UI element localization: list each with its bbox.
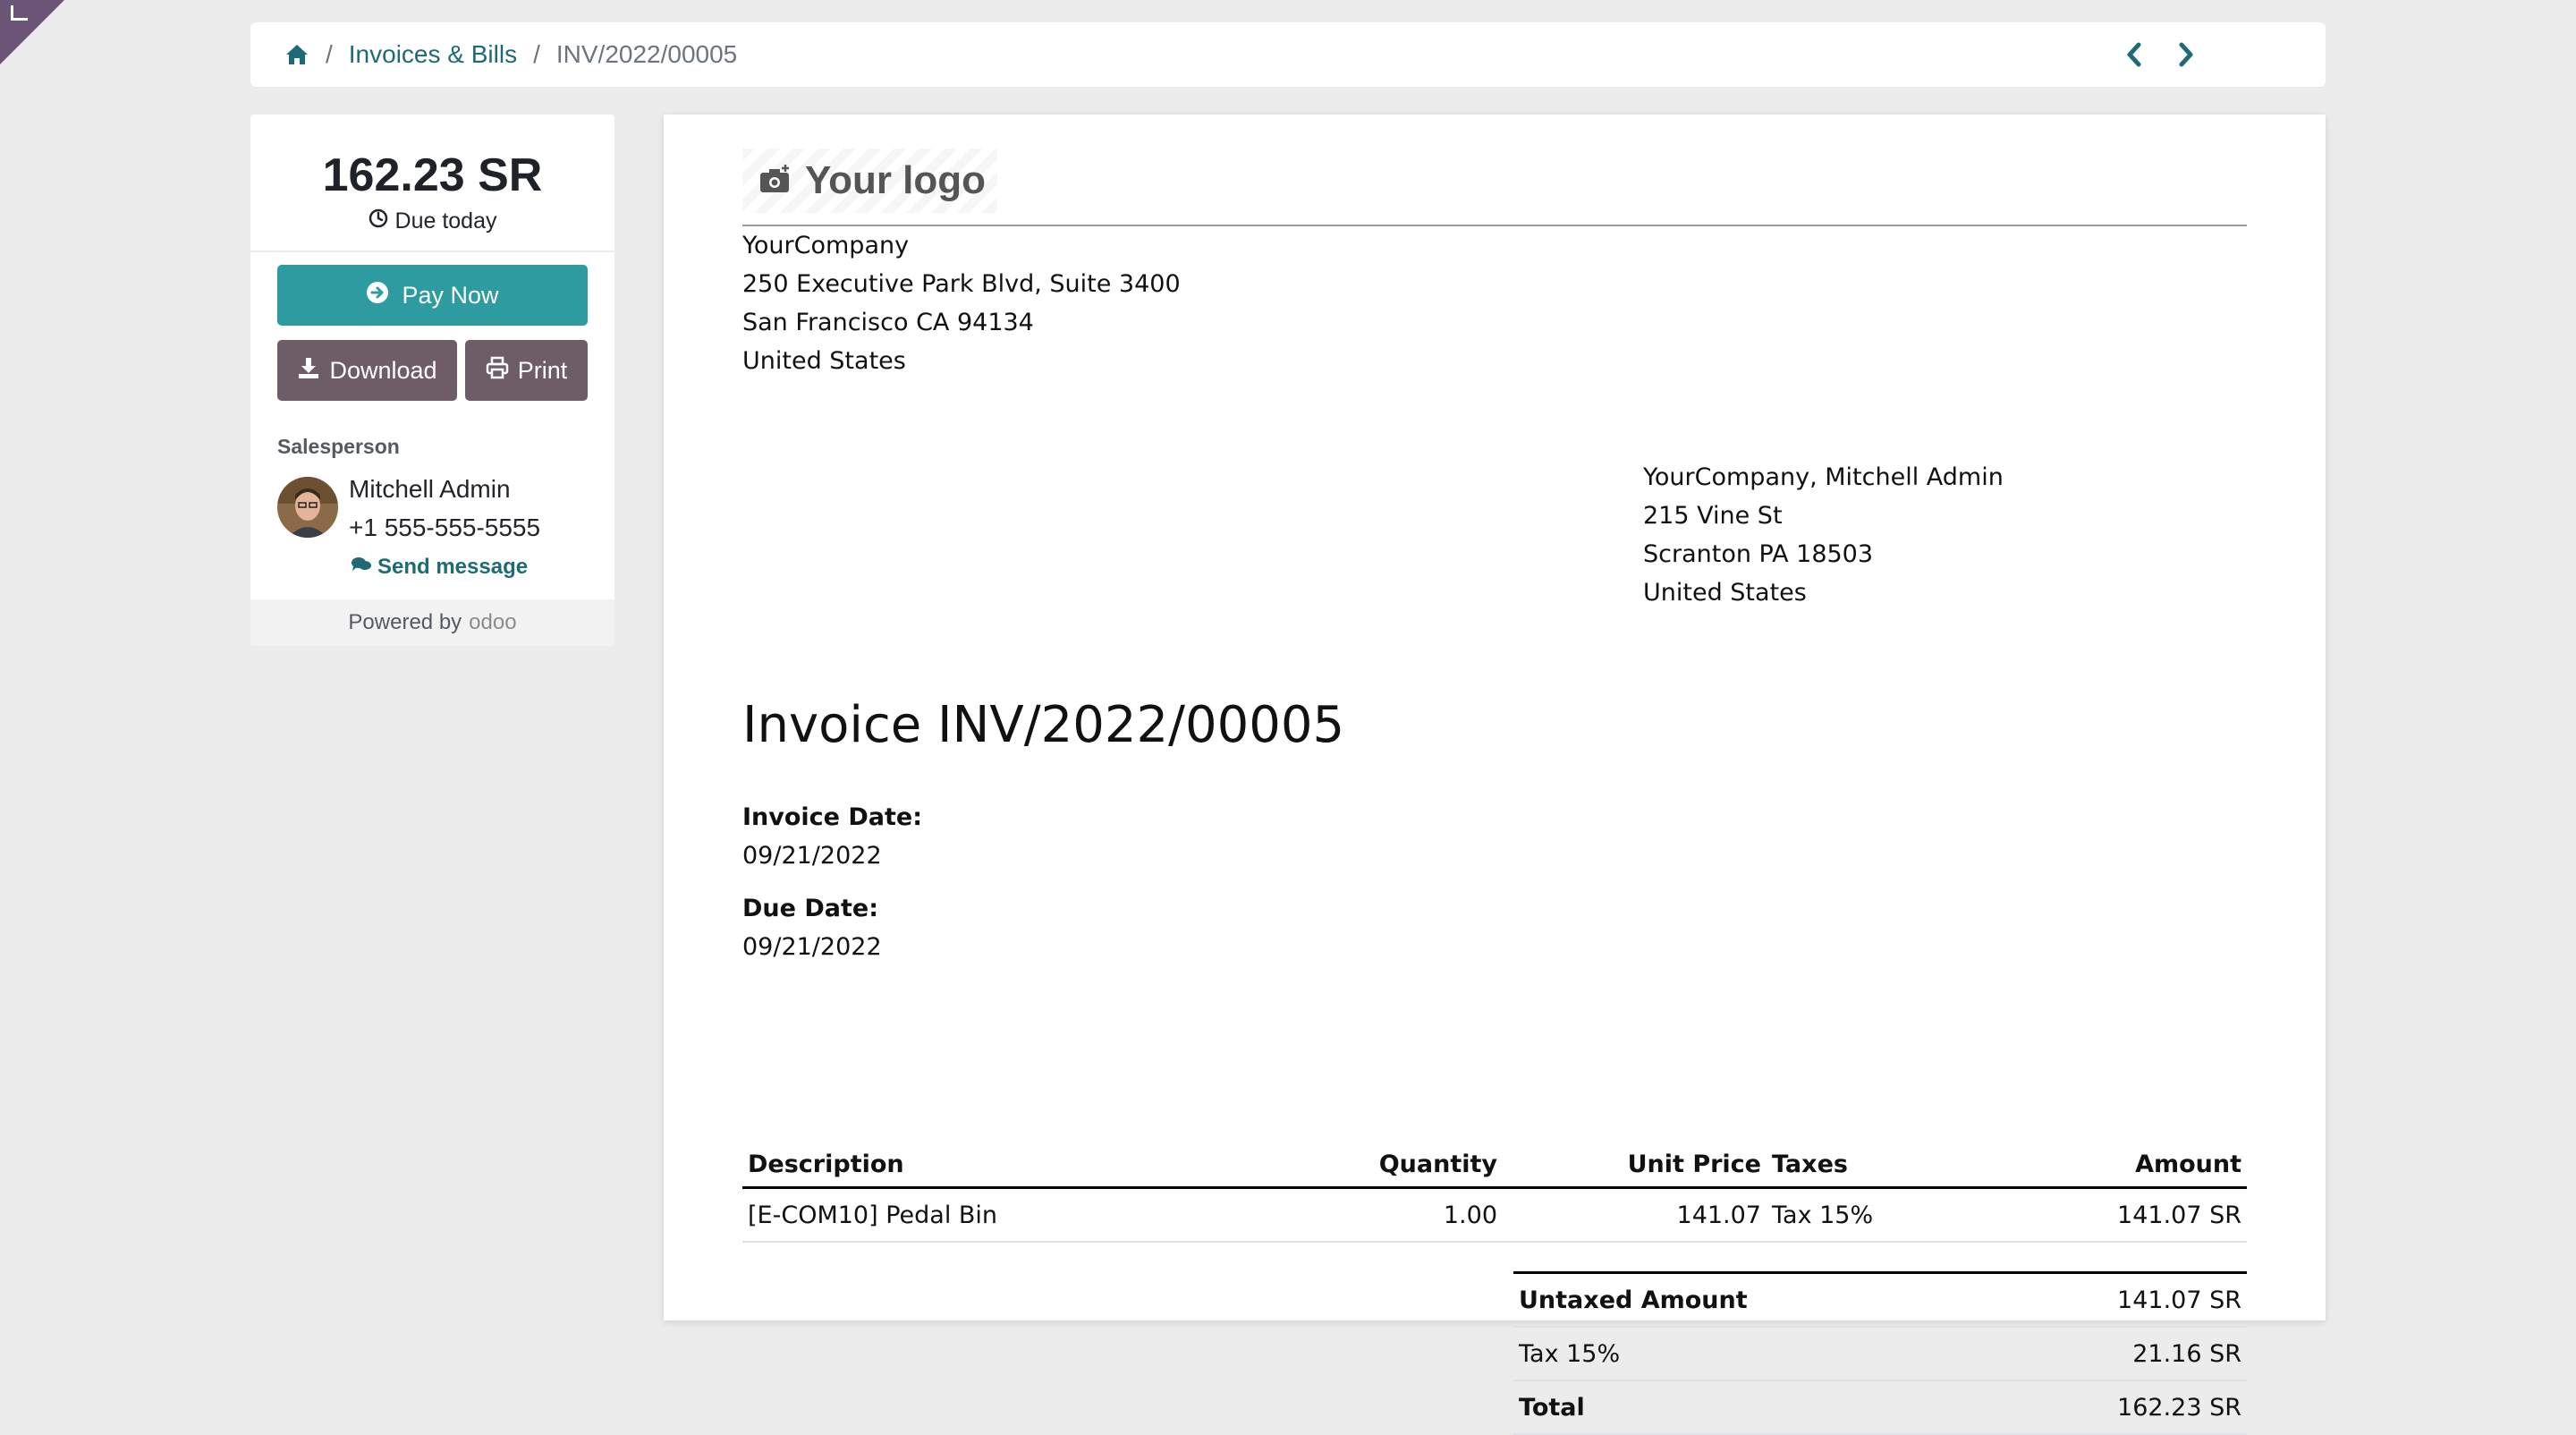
partner-address: YourCompany, Mitchell Admin 215 Vine St … bbox=[1643, 458, 2004, 612]
totals-label: Tax 15% bbox=[1513, 1327, 1983, 1381]
invoice-sidebar: 162.23 SR Due today Pay Now Download Pri… bbox=[250, 115, 614, 646]
print-label: Print bbox=[517, 356, 568, 384]
breadcrumb-separator: / bbox=[326, 40, 333, 68]
salesperson-phone: +1 555-555-5555 bbox=[349, 514, 541, 541]
due-date-label: Due Date: bbox=[742, 895, 878, 922]
column-header-description: Description bbox=[742, 1142, 1360, 1189]
print-icon bbox=[486, 356, 509, 386]
totals-row: Total 162.23 SR bbox=[1513, 1380, 2247, 1435]
breadcrumb-current: INV/2022/00005 bbox=[555, 40, 738, 68]
address-line: San Francisco CA 94134 bbox=[742, 309, 1034, 336]
line-amount: 141.07 SR bbox=[1910, 1187, 2247, 1243]
totals-value: 141.07 SR bbox=[1982, 1272, 2247, 1328]
column-header-amount: Amount bbox=[1910, 1142, 2247, 1189]
totals-row: Untaxed Amount 141.07 SR bbox=[1513, 1272, 2247, 1328]
avatar bbox=[277, 477, 338, 538]
clock-icon bbox=[369, 208, 388, 234]
address-line: Scranton PA 18503 bbox=[1643, 540, 1874, 568]
amount-due: 162.23 SR bbox=[322, 149, 543, 201]
comments-icon bbox=[351, 555, 372, 580]
company-logo-placeholder: Your logo bbox=[742, 149, 997, 213]
totals-value: 21.16 SR bbox=[1982, 1327, 2247, 1381]
chevron-right-icon[interactable] bbox=[2177, 42, 2195, 67]
address-line: 215 Vine St bbox=[1643, 502, 1783, 530]
download-label: Download bbox=[329, 356, 437, 384]
pay-now-button[interactable]: Pay Now bbox=[277, 265, 588, 326]
address-line: United States bbox=[1643, 579, 1807, 607]
debug-corner-tab[interactable] bbox=[0, 0, 64, 64]
breadcrumb-separator: / bbox=[533, 40, 540, 68]
invoice-date-value: 09/21/2022 bbox=[742, 842, 882, 870]
pay-now-label: Pay Now bbox=[402, 281, 499, 309]
invoice-document: Your logo YourCompany 250 Executive Park… bbox=[664, 115, 2326, 1435]
totals-value: 162.23 SR bbox=[1982, 1380, 2247, 1435]
home-icon[interactable] bbox=[284, 43, 309, 66]
download-button[interactable]: Download bbox=[277, 340, 457, 401]
print-button[interactable]: Print bbox=[465, 340, 588, 401]
address-line: YourCompany, Mitchell Admin bbox=[1643, 463, 2004, 491]
totals-label: Untaxed Amount bbox=[1513, 1272, 1983, 1328]
breadcrumb: / Invoices & Bills / INV/2022/00005 bbox=[284, 22, 737, 87]
invoice-lines-table: Description Quantity Unit Price Taxes Am… bbox=[742, 1142, 2247, 1243]
breadcrumb-invoices-link[interactable]: Invoices & Bills bbox=[349, 40, 517, 69]
invoice-totals-table: Untaxed Amount 141.07 SR Tax 15% 21.16 S… bbox=[1513, 1271, 2247, 1435]
logo-text: Your logo bbox=[805, 158, 987, 202]
line-taxes: Tax 15% bbox=[1767, 1187, 1910, 1243]
due-text: Due today bbox=[394, 208, 497, 234]
arrow-circle-right-icon bbox=[366, 281, 389, 310]
column-header-unit-price: Unit Price bbox=[1503, 1142, 1767, 1189]
camera-plus-icon bbox=[758, 164, 792, 198]
odoo-logo[interactable]: odoo bbox=[469, 610, 516, 635]
powered-by-label: Powered by bbox=[348, 610, 462, 634]
address-line: 250 Executive Park Blvd, Suite 3400 bbox=[742, 270, 1181, 298]
breadcrumb-bar: / Invoices & Bills / INV/2022/00005 bbox=[250, 22, 2326, 87]
line-unit-price: 141.07 bbox=[1503, 1187, 1767, 1243]
table-row: [E-COM10] Pedal Bin 1.00 141.07 Tax 15% … bbox=[742, 1187, 2247, 1243]
record-pager bbox=[2125, 22, 2195, 87]
address-line: United States bbox=[742, 347, 906, 375]
line-description: [E-COM10] Pedal Bin bbox=[742, 1187, 1360, 1243]
line-quantity: 1.00 bbox=[1360, 1187, 1503, 1243]
powered-by-footer: Powered by odoo bbox=[250, 599, 614, 646]
table-header-row: Description Quantity Unit Price Taxes Am… bbox=[742, 1142, 2247, 1189]
due-date-value: 09/21/2022 bbox=[742, 933, 882, 961]
due-status: Due today bbox=[250, 208, 614, 234]
salesperson-name: Mitchell Admin bbox=[349, 475, 511, 503]
totals-row: Tax 15% 21.16 SR bbox=[1513, 1327, 2247, 1381]
divider bbox=[250, 250, 614, 252]
corner-arrow-icon bbox=[11, 5, 28, 21]
company-address: YourCompany 250 Executive Park Blvd, Sui… bbox=[742, 226, 1181, 380]
address-line: YourCompany bbox=[742, 232, 910, 259]
column-header-quantity: Quantity bbox=[1360, 1142, 1503, 1189]
totals-label: Total bbox=[1513, 1380, 1983, 1435]
download-icon bbox=[297, 356, 320, 386]
send-message-link[interactable]: Send message bbox=[351, 555, 528, 580]
column-header-taxes: Taxes bbox=[1767, 1142, 1910, 1189]
chevron-left-icon[interactable] bbox=[2125, 42, 2143, 67]
salesperson-label: Salesperson bbox=[277, 435, 400, 458]
invoice-title: Invoice INV/2022/00005 bbox=[742, 696, 1345, 754]
invoice-date-label: Invoice Date: bbox=[742, 803, 923, 831]
send-message-label: Send message bbox=[377, 555, 529, 579]
